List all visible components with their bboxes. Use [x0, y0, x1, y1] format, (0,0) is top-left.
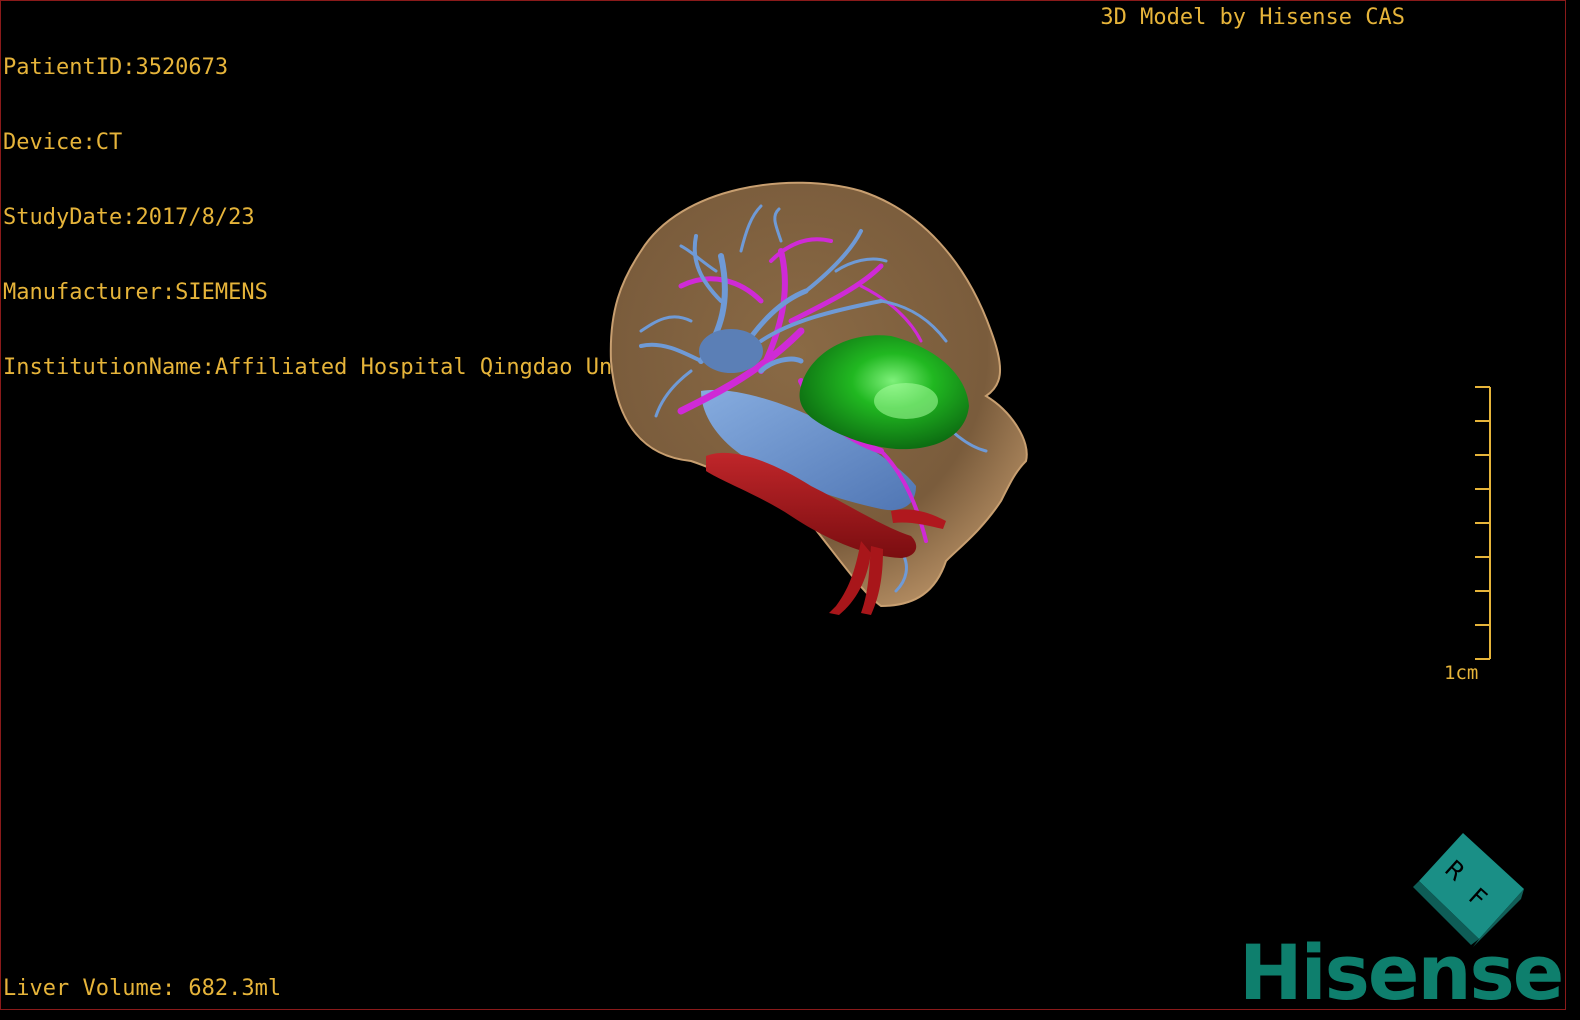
scale-bar	[1475, 386, 1491, 660]
3d-viewport[interactable]: PatientID:3520673 Device:CT StudyDate:20…	[0, 0, 1566, 1010]
hisense-logo: Hisense	[1239, 928, 1564, 1010]
liver-volume-text: Liver Volume: 682.3ml	[3, 976, 282, 1001]
hepatic-vein-confluence	[699, 329, 763, 373]
tumor-highlight	[874, 383, 938, 419]
liver-3d-model[interactable]: R F	[1, 1, 1566, 1010]
scale-bar-label: 1cm	[1444, 662, 1479, 684]
